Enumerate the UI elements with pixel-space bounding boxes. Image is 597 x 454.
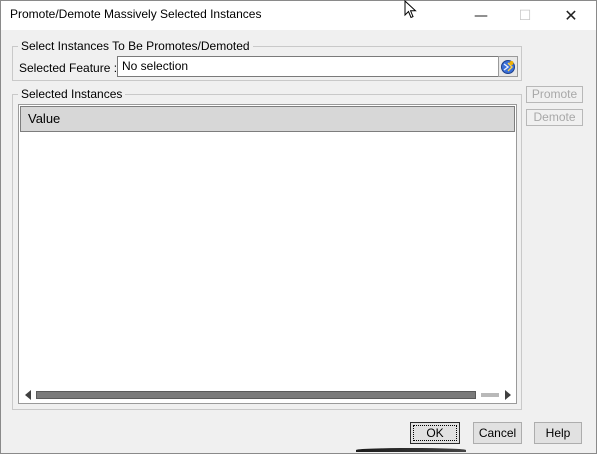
ok-button[interactable]: OK (410, 422, 460, 444)
ok-button-label: OK (413, 425, 457, 441)
title-bar[interactable]: Promote/Demote Massively Selected Instan… (1, 1, 596, 30)
cancel-button[interactable]: Cancel (473, 422, 522, 444)
select-feature-button[interactable] (498, 56, 518, 77)
scroll-right-arrow-icon[interactable] (505, 390, 511, 400)
help-button[interactable]: Help (534, 422, 582, 444)
horizontal-scrollbar[interactable] (20, 388, 515, 402)
maximize-button[interactable]: ☐ (503, 1, 547, 30)
column-header-value[interactable]: Value (20, 106, 515, 132)
instances-list[interactable]: Value (18, 104, 517, 404)
promote-button[interactable]: Promote (526, 86, 583, 103)
select-instances-legend: Select Instances To Be Promotes/Demoted (18, 39, 253, 53)
mouse-pointer-icon (404, 0, 417, 19)
close-icon: ✕ (564, 6, 578, 25)
scroll-left-arrow-icon[interactable] (25, 390, 31, 400)
demote-button[interactable]: Demote (526, 109, 583, 126)
minimize-button[interactable]: — (459, 1, 503, 30)
scroll-track-remainder[interactable] (481, 393, 499, 397)
scroll-thumb[interactable] (36, 391, 476, 399)
maximize-icon: ☐ (518, 7, 532, 24)
window-title: Promote/Demote Massively Selected Instan… (10, 7, 262, 21)
selected-feature-field[interactable]: No selection (117, 56, 501, 77)
minimize-icon: — (474, 7, 488, 24)
select-feature-icon (501, 59, 515, 74)
selected-feature-label: Selected Feature : (19, 61, 118, 75)
selected-instances-legend: Selected Instances (18, 87, 126, 101)
dialog-window: Promote/Demote Massively Selected Instan… (0, 0, 597, 454)
close-button[interactable]: ✕ (549, 1, 593, 30)
background-fragment (356, 448, 466, 452)
